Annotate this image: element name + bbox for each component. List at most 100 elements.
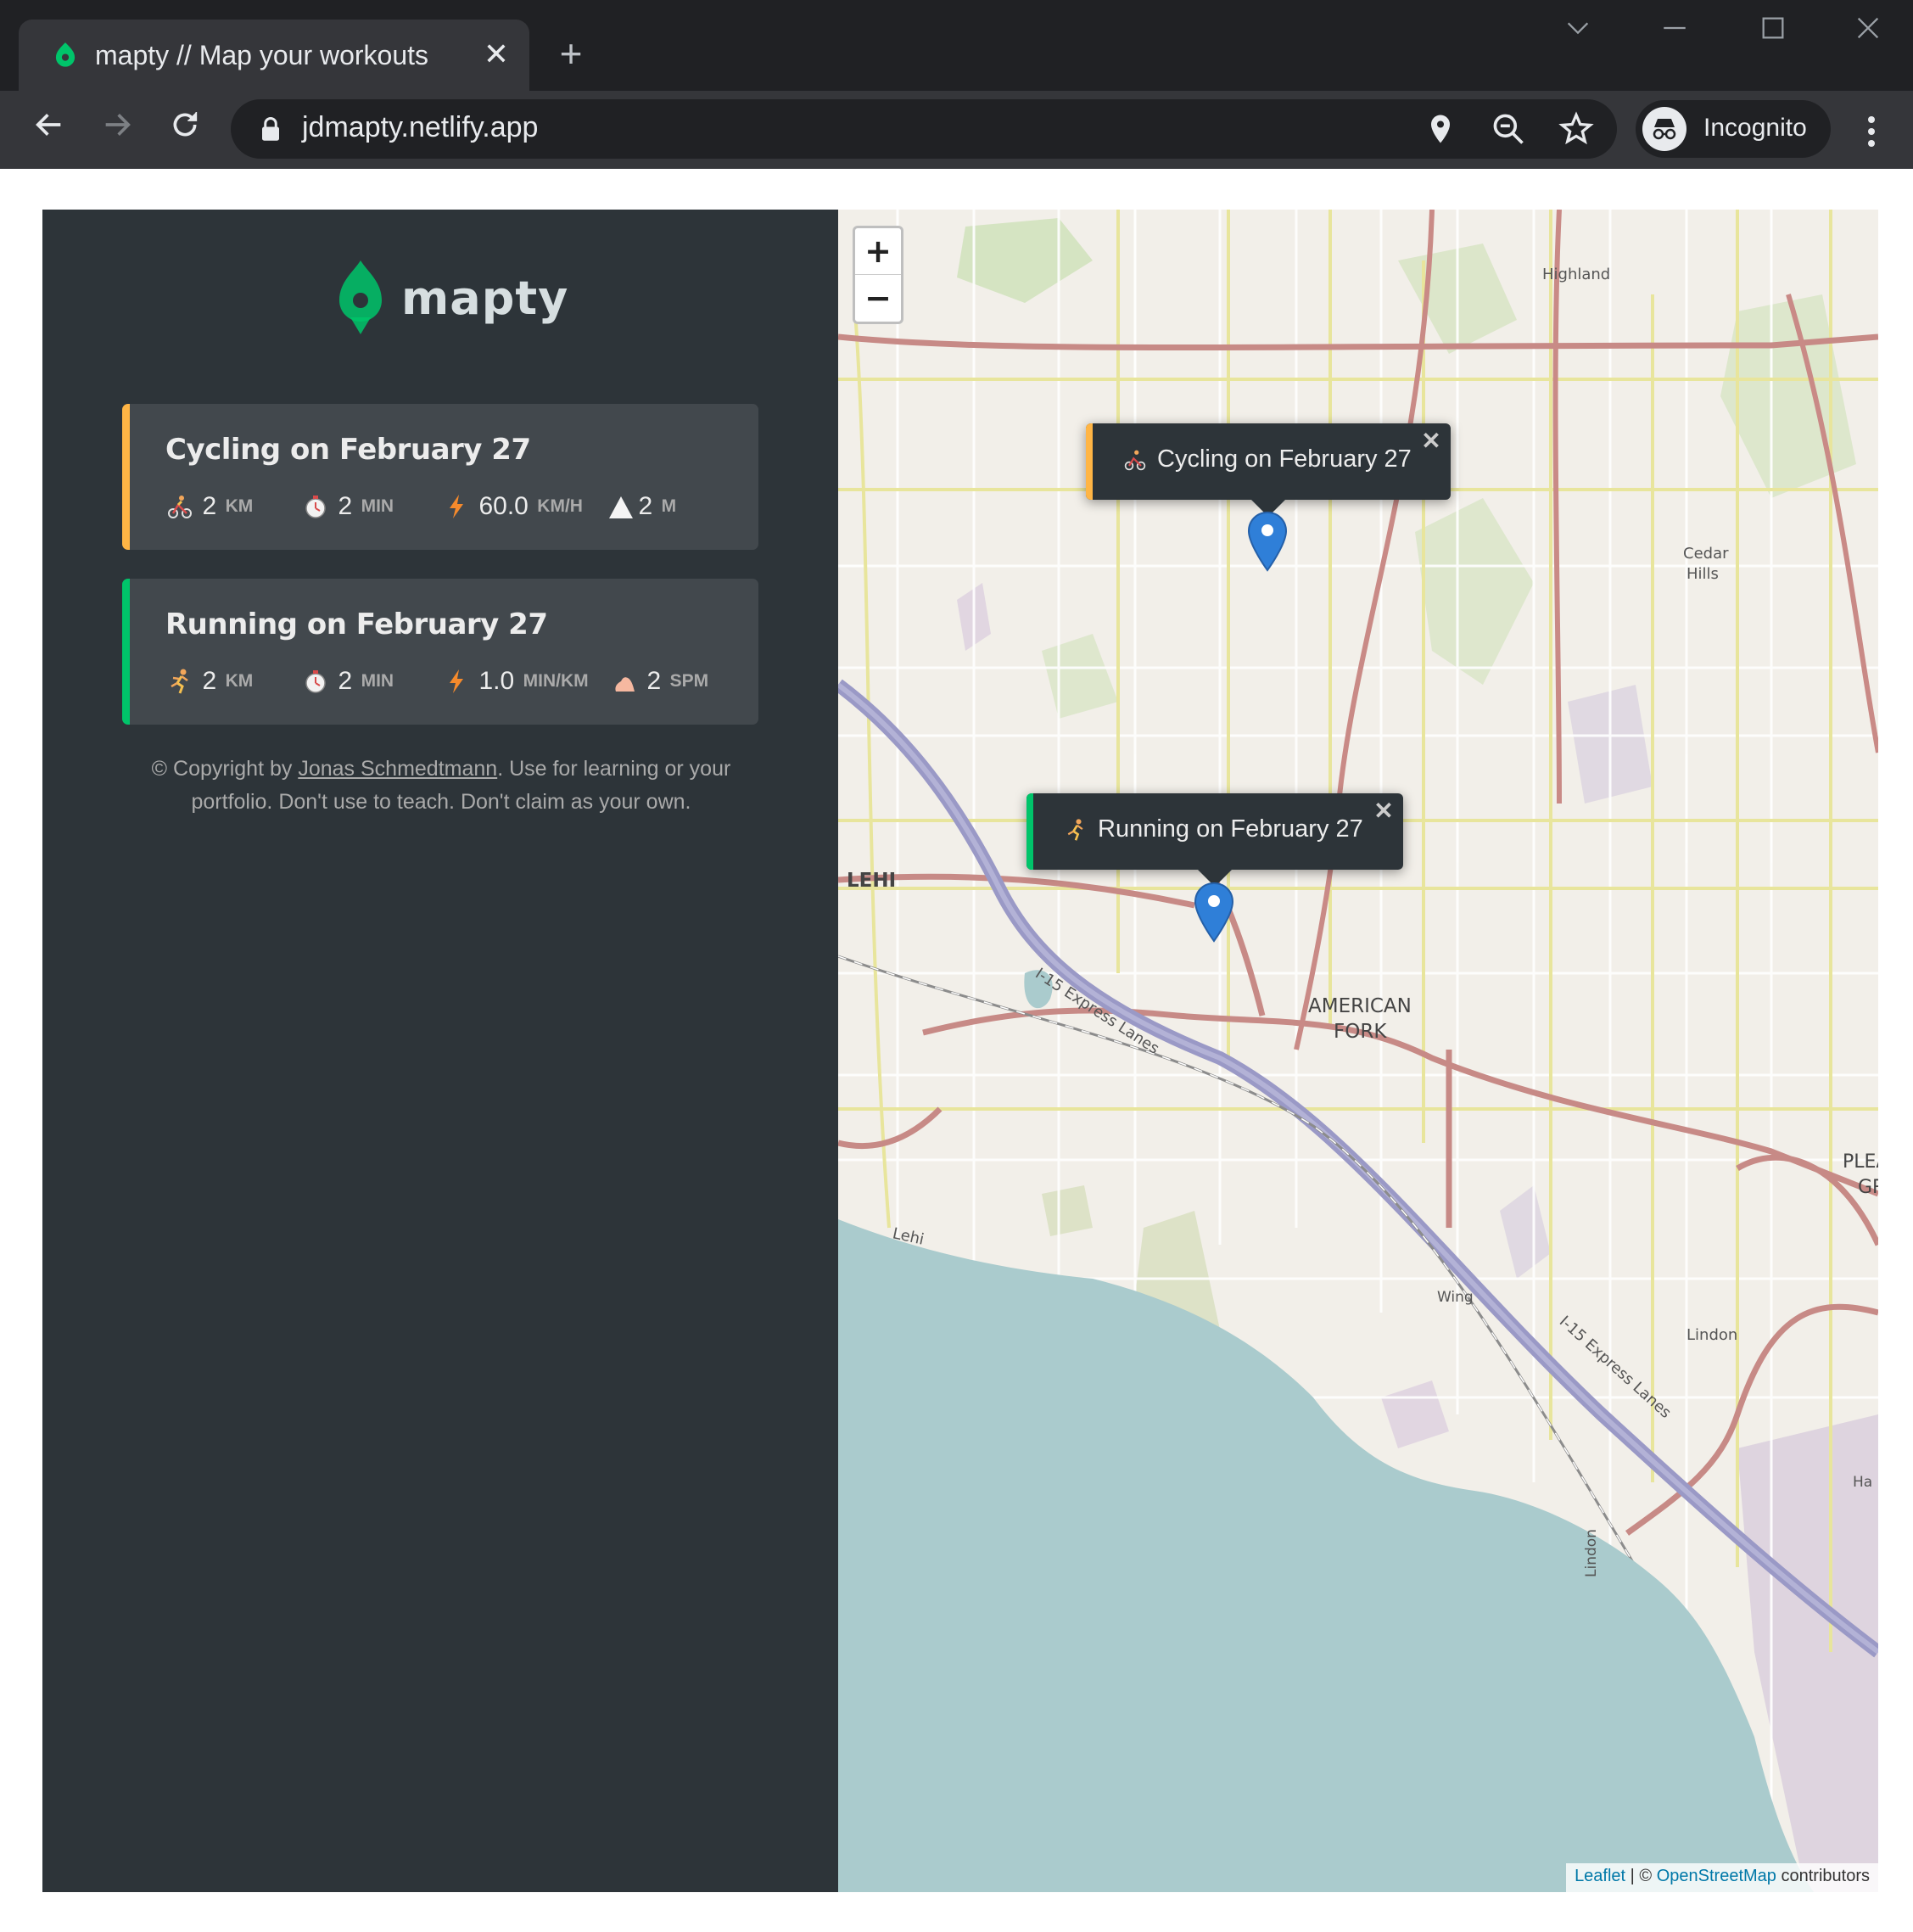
minimize-icon[interactable] [1649,12,1700,54]
pace-unit: MIN/KM [523,671,589,691]
address-bar[interactable]: jdmapty.netlify.app [231,99,1617,159]
sidebar: mapty Cycling on February 27 2 KM 2 MIN [42,210,838,1892]
workout-distance: 2 KM [166,492,253,526]
map-marker-cycling[interactable] [1246,511,1289,572]
browser-tab[interactable]: mapty // Map your workouts ✕ [19,20,529,91]
forward-icon[interactable] [93,106,141,154]
stopwatch-icon [305,496,326,518]
workout-duration: 2 MIN [302,667,394,701]
map-label-wing: Wing [1437,1289,1474,1306]
workout-accent-bar [122,404,130,550]
pace-value: 1.0 [478,667,515,695]
browser-chrome: mapty // Map your workouts ✕ + jdmapty.n… [0,0,1913,169]
zoom-in-button[interactable]: + [855,228,901,275]
tab-title: mapty // Map your workouts [95,40,429,70]
popup-close-button[interactable]: ✕ [1418,428,1444,454]
attribution-contributors: contributors [1776,1867,1870,1885]
map-pin-icon [55,42,76,67]
incognito-icon [1642,107,1686,151]
map-label-plea: PLEA [1843,1151,1878,1173]
map-label-american: AMERICAN [1308,995,1412,1017]
logo: mapty [335,256,590,345]
location-icon[interactable] [1422,110,1459,148]
workout-elevation: 2 M [607,492,676,526]
popup-text: Running on February 27 [1098,815,1363,843]
distance-unit: KM [225,671,254,691]
map-attribution: Leaflet | © OpenStreetMap contributors [1566,1863,1878,1892]
workout-pace: 1.0 MIN/KM [443,667,589,701]
workout-cadence: 2 SPM [611,667,708,701]
tab-search-icon[interactable] [1552,12,1603,54]
workout-card-cycling[interactable]: Cycling on February 27 2 KM 2 MIN 60.0 K… [122,404,758,550]
runner-icon [171,669,188,694]
workout-accent-bar [122,579,130,725]
copyright-prefix: © Copyright by [151,757,299,781]
map-label-highland: Highland [1542,266,1611,283]
zoom-out-button[interactable]: − [855,275,901,322]
author-link[interactable]: Jonas Schmedtmann [298,757,497,781]
duration-value: 2 [338,492,353,520]
mountain-icon [609,496,633,518]
foot-icon [615,677,635,692]
workout-speed: 60.0 KM/H [443,492,583,526]
star-icon[interactable] [1558,110,1595,148]
incognito-button[interactable]: Incognito [1636,100,1831,158]
reload-icon[interactable] [161,106,209,154]
map-label-gr: GR [1858,1177,1878,1198]
map-label-cedar: Cedar [1683,545,1729,563]
zoom-out-icon[interactable] [1490,110,1527,148]
lightning-icon [450,669,463,693]
map-popup-cycling[interactable]: Cycling on February 27 ✕ [1086,423,1451,517]
popup-text: Cycling on February 27 [1157,445,1412,473]
popup-close-button[interactable]: ✕ [1371,798,1396,824]
popup-content: Cycling on February 27 [1123,445,1412,473]
osm-link[interactable]: OpenStreetMap [1657,1867,1776,1885]
map-label-ha: Ha [1853,1474,1873,1491]
new-tab-button[interactable]: + [551,34,590,73]
map-label-lindon: Lindon [1686,1326,1738,1344]
map-label-lindon-road: Lindon [1583,1529,1600,1577]
lock-icon[interactable] [260,116,282,142]
popup-content: Running on February 27 [1064,815,1363,843]
cyclist-icon [1124,450,1146,471]
duration-unit: MIN [361,496,394,516]
map-label-hills: Hills [1686,565,1719,583]
distance-value: 2 [202,667,217,695]
incognito-label: Incognito [1703,114,1807,142]
popup-accent-bar [1086,423,1093,500]
workout-title: Running on February 27 [165,608,548,641]
back-icon[interactable] [25,106,73,154]
tab-strip: mapty // Map your workouts ✕ + [0,0,1913,91]
workout-distance: 2 KM [166,667,253,701]
logo-pin-icon [339,260,382,334]
tab-close-button[interactable]: ✕ [477,35,516,74]
map-marker-running[interactable] [1193,882,1235,943]
duration-unit: MIN [361,671,394,691]
maximize-icon[interactable] [1748,12,1798,54]
logo-text: mapty [401,272,569,325]
url-text[interactable]: jdmapty.netlify.app [302,111,538,144]
map-label-fork: FORK [1334,1021,1387,1043]
cadence-value: 2 [646,667,662,695]
more-menu-icon[interactable] [1854,108,1888,155]
speed-unit: KM/H [537,496,583,516]
stopwatch-icon [305,670,326,693]
cyclist-icon [168,496,192,518]
runner-icon [1067,819,1083,842]
workout-title: Cycling on February 27 [165,433,531,467]
map[interactable]: + − Highland Cedar Hills LEHI AMERICAN F… [838,210,1878,1892]
workout-card-running[interactable]: Running on February 27 2 KM 2 MIN 1.0 MI… [122,579,758,725]
close-window-icon[interactable] [1843,12,1893,54]
zoom-control: + − [853,226,903,324]
elevation-unit: M [661,496,677,516]
workout-duration: 2 MIN [302,492,394,526]
distance-unit: KM [225,496,254,516]
cadence-unit: SPM [669,671,709,691]
elevation-value: 2 [638,492,653,520]
popup-accent-bar [1026,793,1033,870]
leaflet-link[interactable]: Leaflet [1575,1867,1625,1885]
lightning-icon [450,495,463,518]
speed-value: 60.0 [478,492,529,520]
browser-toolbar: jdmapty.netlify.app Incognito [0,91,1913,169]
map-popup-running[interactable]: Running on February 27 ✕ [1026,793,1403,887]
